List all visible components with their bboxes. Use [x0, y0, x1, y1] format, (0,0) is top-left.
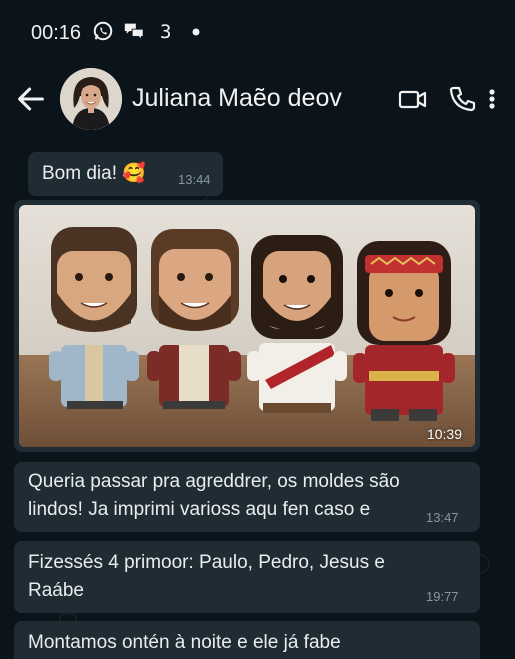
- message-bubble-incoming[interactable]: Queria passar pra agreddrer, os moldes s…: [14, 462, 480, 532]
- message-text-line: Fizessés 4 primoor: Paulo, Pedro, Jesus …: [28, 552, 385, 573]
- message-text: Bom dia! 🥰: [42, 163, 146, 184]
- message-text-line: lindos! Ja imprimi varioss aqu fen caso …: [28, 499, 371, 520]
- figurine-raabe: [353, 241, 455, 421]
- figurine-pedro: [147, 229, 241, 409]
- phone-icon[interactable]: [448, 84, 478, 114]
- figurine-jesus: [247, 235, 347, 413]
- whatsapp-icon: [93, 21, 113, 41]
- avatar-photo: [60, 68, 122, 130]
- figurine-paulo: [49, 227, 139, 409]
- message-text-line: Raábe: [28, 580, 84, 601]
- message-text-line: Montamos ontén à noite e ele já fabe: [28, 632, 341, 653]
- figurines-photo[interactable]: [19, 205, 475, 447]
- message-time: 13:47: [426, 510, 459, 525]
- video-call-icon[interactable]: [398, 84, 428, 114]
- message-bubble-incoming[interactable]: Montamos ontén à noite e ele já fabe: [14, 621, 480, 659]
- status-time: 00:16: [31, 22, 82, 44]
- chat-area[interactable]: Bom dia! 🥰 13:44 10:39 Queria passar pra…: [0, 144, 515, 659]
- back-arrow-icon[interactable]: [14, 82, 48, 116]
- status-bar: 00:16 3: [0, 0, 515, 66]
- message-time: 10:39: [426, 426, 462, 442]
- image-message[interactable]: 10:39: [14, 200, 480, 452]
- message-bubble-incoming[interactable]: Fizessés 4 primoor: Paulo, Pedro, Jesus …: [14, 541, 480, 613]
- chat-bubbles-icon: [124, 23, 144, 41]
- notification-icon: 3: [160, 21, 172, 43]
- dot-icon: [192, 28, 200, 36]
- avatar[interactable]: [60, 68, 122, 130]
- more-options-icon[interactable]: [482, 84, 502, 114]
- message-text-line: Queria passar pra agreddrer, os moldes s…: [28, 471, 400, 492]
- message-bubble-incoming[interactable]: Bom dia! 🥰 13:44: [28, 152, 223, 196]
- chat-header: Juliana Maẽo deov: [0, 66, 515, 144]
- message-time: 19:77: [426, 589, 459, 604]
- contact-name[interactable]: Juliana Maẽo deov: [132, 84, 342, 113]
- message-time: 13:44: [178, 172, 211, 187]
